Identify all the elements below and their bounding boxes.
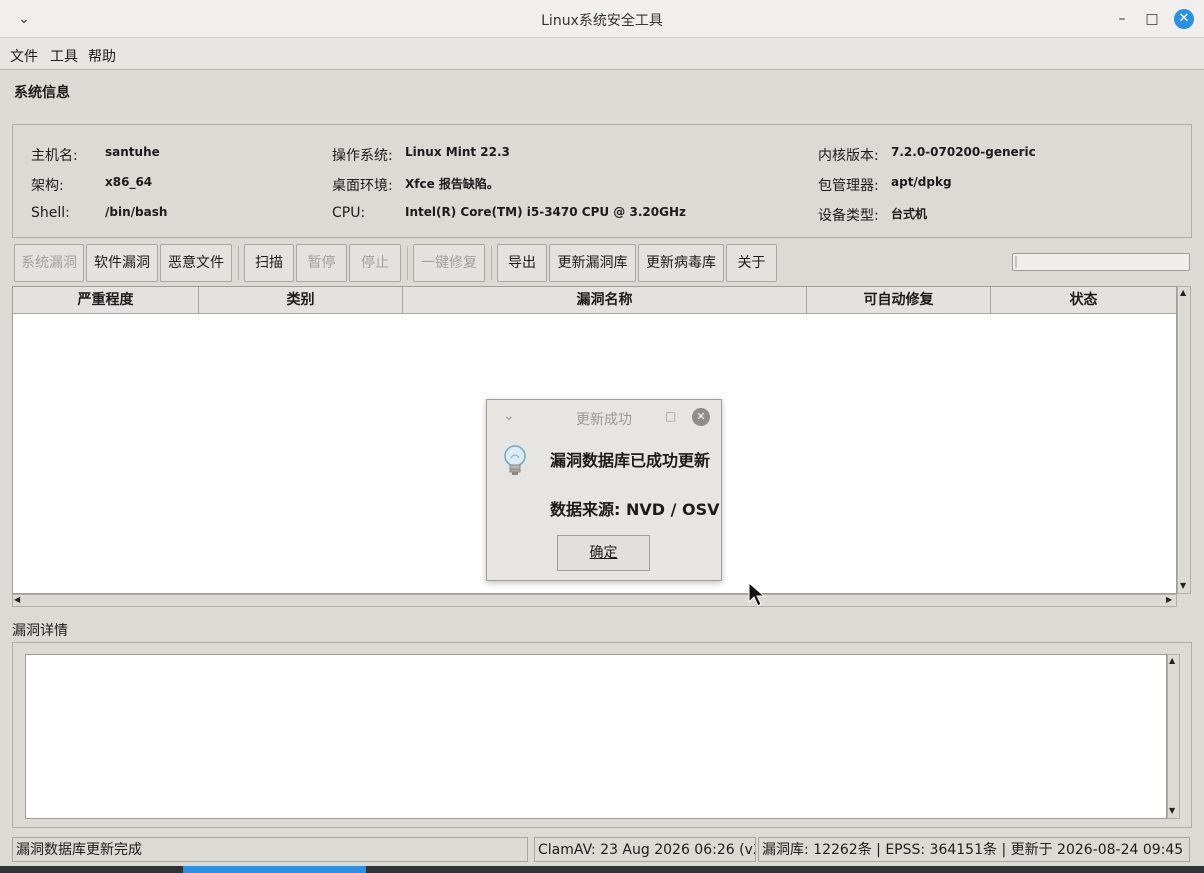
- lightbulb-icon: [504, 445, 526, 475]
- menu-bar: 文件 工具 帮助: [0, 38, 1204, 70]
- shell-value: /bin/bash: [105, 205, 168, 219]
- update-success-dialog: ⌄ 更新成功 □ ✕ 漏洞数据库已成功更新 数据来源: NVD / OSV 确定: [486, 399, 722, 581]
- taskbar-active-indicator: [183, 866, 366, 873]
- menu-tools[interactable]: 工具: [50, 46, 78, 66]
- desktop-label: 桌面环境:: [332, 178, 393, 194]
- close-button[interactable]: ✕: [1174, 9, 1194, 29]
- arch-value: x86_64: [105, 175, 153, 189]
- dialog-maximize-icon[interactable]: □: [665, 409, 676, 423]
- table-header: 严重程度 类别 漏洞名称 可自动修复 状态: [13, 287, 1176, 314]
- pause-button[interactable]: 暂停: [296, 244, 347, 282]
- dialog-close-icon[interactable]: ✕: [692, 408, 710, 426]
- os-label: 操作系统:: [332, 148, 393, 164]
- hostname-value: santuhe: [105, 145, 160, 159]
- update-virus-db-button[interactable]: 更新病毒库: [638, 244, 724, 282]
- stop-button[interactable]: 停止: [349, 244, 401, 282]
- toolbar-separator: [407, 246, 408, 280]
- system-info-panel: 主机名: santuhe 架构: x86_64 Shell: /bin/bash…: [12, 124, 1192, 238]
- toolbar-separator: [491, 246, 492, 280]
- column-header-severity[interactable]: 严重程度: [13, 287, 199, 314]
- package-manager-label: 包管理器:: [818, 178, 879, 194]
- software-vuln-button[interactable]: 软件漏洞: [86, 244, 158, 282]
- device-type-label: 设备类型:: [818, 208, 879, 224]
- kernel-label: 内核版本:: [818, 148, 879, 164]
- hostname-label: 主机名:: [31, 148, 78, 164]
- column-header-auto-fixable[interactable]: 可自动修复: [807, 287, 991, 314]
- dialog-message-line1: 漏洞数据库已成功更新: [550, 451, 711, 470]
- progress-bar-fill: [1015, 256, 1017, 268]
- column-header-vuln-name[interactable]: 漏洞名称: [403, 287, 807, 314]
- maximize-button[interactable]: □: [1142, 9, 1162, 29]
- table-horizontal-scrollbar[interactable]: ◀ ▶: [12, 594, 1177, 607]
- shell-label: Shell:: [31, 205, 70, 221]
- scroll-up-arrow-icon[interactable]: ▲: [1180, 288, 1186, 297]
- system-info-title: 系统信息: [14, 85, 70, 101]
- scroll-up-arrow-icon[interactable]: ▲: [1169, 656, 1175, 665]
- scroll-left-arrow-icon[interactable]: ◀: [14, 595, 20, 604]
- cpu-label: CPU:: [332, 205, 366, 221]
- cpu-value: Intel(R) Core(TM) i5-3470 CPU @ 3.20GHz: [405, 205, 686, 219]
- scroll-down-arrow-icon[interactable]: ▼: [1169, 806, 1175, 815]
- table-vertical-scrollbar[interactable]: ▲ ▼: [1177, 286, 1191, 594]
- dialog-message-line2: 数据来源: NVD / OSV: [550, 500, 720, 519]
- ok-button[interactable]: 确定: [557, 535, 650, 571]
- package-manager-value: apt/dpkg: [891, 175, 952, 189]
- column-header-category[interactable]: 类别: [199, 287, 403, 314]
- scan-button[interactable]: 扫描: [244, 244, 294, 282]
- ok-button-label: 确定: [589, 545, 618, 561]
- details-scrollbar[interactable]: ▲ ▼: [1167, 654, 1180, 819]
- details-label: 漏洞详情: [12, 623, 68, 639]
- export-button[interactable]: 导出: [497, 244, 547, 282]
- one-click-fix-button[interactable]: 一键修复: [413, 244, 485, 282]
- scroll-down-arrow-icon[interactable]: ▼: [1180, 581, 1186, 590]
- kernel-value: 7.2.0-070200-generic: [891, 145, 1036, 159]
- mouse-pointer-icon: [748, 582, 766, 607]
- scroll-right-arrow-icon[interactable]: ▶: [1166, 595, 1172, 604]
- desktop-value: Xfce 报告缺陷。: [405, 177, 499, 191]
- about-button[interactable]: 关于: [726, 244, 777, 282]
- malicious-files-button[interactable]: 恶意文件: [160, 244, 232, 282]
- menu-help[interactable]: 帮助: [88, 46, 116, 66]
- taskbar-strip: [0, 866, 1204, 873]
- os-value: Linux Mint 22.3: [405, 145, 510, 159]
- toolbar-separator: [238, 246, 239, 280]
- device-type-value: 台式机: [891, 207, 928, 221]
- column-header-status[interactable]: 状态: [991, 287, 1176, 314]
- title-bar: ⌄ Linux系统安全工具 – □ ✕: [0, 0, 1204, 38]
- arch-label: 架构:: [31, 178, 64, 194]
- progress-bar: [1012, 253, 1190, 271]
- update-vuln-db-button[interactable]: 更新漏洞库: [549, 244, 636, 282]
- system-vuln-button[interactable]: 系统漏洞: [14, 244, 84, 282]
- status-message: 漏洞数据库更新完成: [12, 837, 528, 862]
- menu-file[interactable]: 文件: [10, 46, 38, 66]
- clamav-status: ClamAV: 23 Aug 2026 06:26 (v28101): [534, 837, 756, 862]
- minimize-button[interactable]: –: [1112, 9, 1132, 29]
- window-title: Linux系统安全工具: [541, 13, 663, 29]
- vulndb-status: 漏洞库: 12262条 | EPSS: 364151条 | 更新于 2026-0…: [758, 837, 1190, 862]
- dialog-title: 更新成功: [576, 412, 632, 428]
- details-textarea[interactable]: [25, 654, 1167, 819]
